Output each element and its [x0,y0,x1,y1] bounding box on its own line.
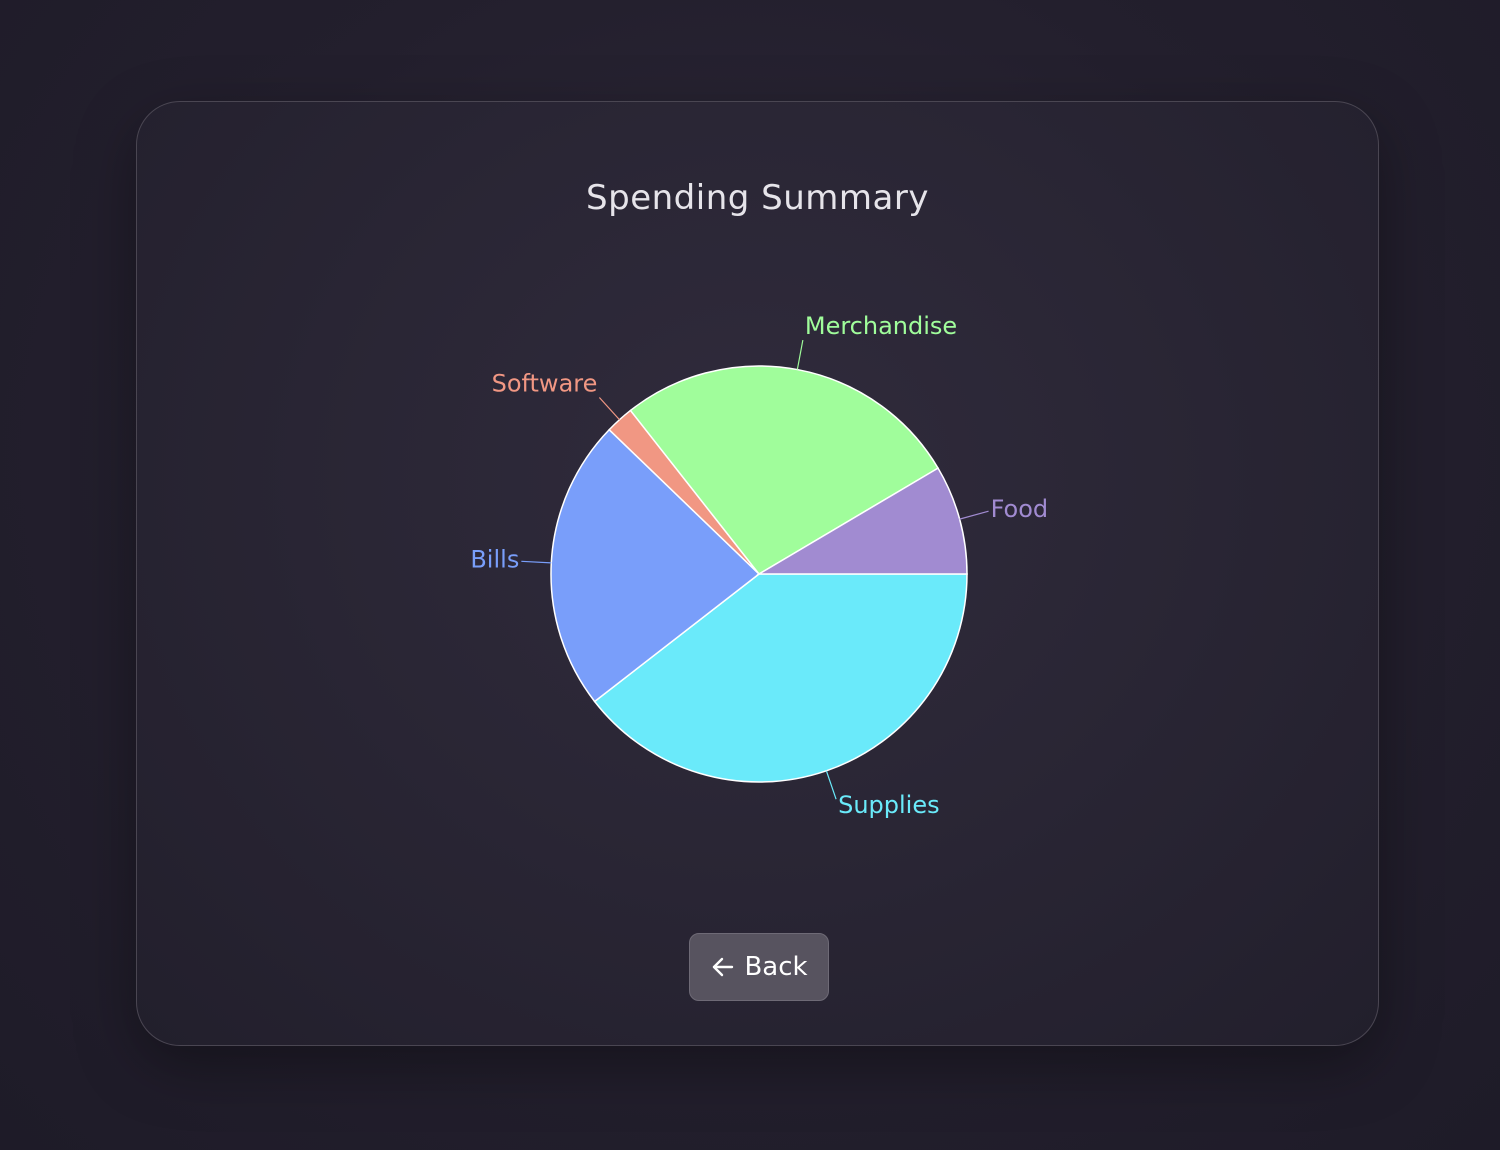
slice-label-merchandise: Merchandise [805,312,957,340]
chart-card: Spending Summary Supplies Bills Software Me… [136,101,1379,1046]
back-button[interactable]: Back [689,933,829,1001]
leader-line-bills [521,560,552,564]
leader-line-merchandise [796,339,804,370]
slice-label-bills: Bills [470,545,519,573]
slice-label-software: Software [492,369,598,397]
leader-line-software [598,397,620,421]
arrow-left-icon [713,957,734,977]
slice-label-food: Food [991,495,1049,523]
back-button-label: Back [744,952,808,982]
leader-line-supplies [825,770,837,800]
leader-line-food [959,510,989,520]
slice-label-supplies: Supplies [838,791,940,819]
pie-chart: Supplies Bills Software Merchandise Food [470,312,1049,819]
